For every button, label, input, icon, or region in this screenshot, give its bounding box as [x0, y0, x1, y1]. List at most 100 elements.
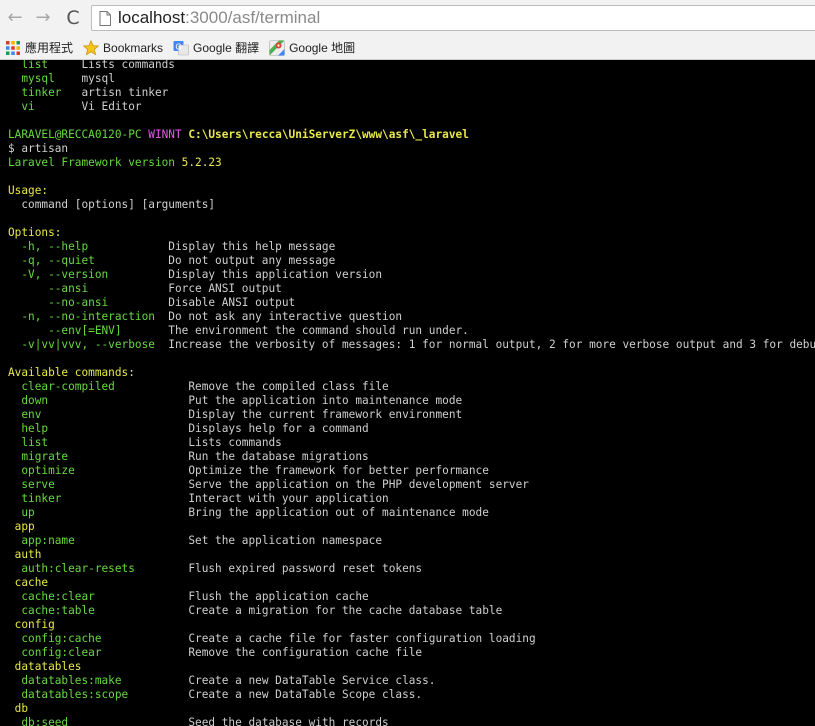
- command-description: Flush the application cache: [188, 590, 369, 603]
- command-row: serve Serve the application on the PHP d…: [8, 478, 529, 492]
- command-description: Seed the database with records: [188, 716, 389, 726]
- option-row: -v|vv|vvv, --verbose Increase the verbos…: [8, 338, 815, 352]
- option-description: Disable ANSI output: [168, 296, 296, 309]
- address-url[interactable]: localhost:3000/asf/terminal: [118, 8, 320, 28]
- address-bar[interactable]: localhost:3000/asf/terminal: [91, 5, 815, 31]
- command-row: cache:clear Flush the application cache: [8, 590, 369, 604]
- terminal-line: tinker artisn tinker: [8, 86, 168, 100]
- command-row: tinker Interact with your application: [8, 492, 389, 506]
- option-flag: -h, --help: [8, 240, 169, 253]
- google-translate-icon: G: [173, 40, 189, 55]
- command-description: Create a cache file for faster configura…: [188, 632, 536, 645]
- bookmarks-bar: 應用程式 Bookmarks G Google 翻譯 Google 地圖: [0, 36, 815, 59]
- page-icon: [99, 10, 111, 26]
- command-row: optimize Optimize the framework for bett…: [8, 464, 489, 478]
- option-flag: -n, --no-interaction: [8, 310, 169, 323]
- command-description: Lists commands: [81, 60, 175, 71]
- command-group: app: [8, 520, 35, 534]
- prompt-user: LARAVEL@RECCA0120-PC: [8, 128, 149, 141]
- option-flag: --no-ansi: [8, 296, 169, 309]
- svg-text:G: G: [175, 42, 181, 51]
- option-description: Display this help message: [168, 240, 336, 253]
- command-group: cache: [8, 576, 48, 590]
- group-name: cache: [8, 576, 49, 589]
- bookmark-bookmarks[interactable]: Bookmarks: [83, 38, 163, 58]
- command-row: cache:table Create a migration for the c…: [8, 604, 502, 618]
- command-description: Run the database migrations: [188, 450, 369, 463]
- usage-line: command [options] [arguments]: [8, 198, 215, 212]
- version-text: Laravel Framework version: [8, 156, 182, 169]
- version-number: 5.2.23: [181, 156, 222, 169]
- bookmark-google-maps[interactable]: Google 地圖: [269, 38, 355, 58]
- command-description: Create a new DataTable Service class.: [188, 674, 436, 687]
- prompt-path: C:\Users\recca\UniServerZ\www\asf\_larav…: [188, 128, 469, 141]
- option-flag: --env[=ENV]: [8, 324, 169, 337]
- prompt-os: WINNT: [148, 128, 189, 141]
- browser-toolbar: ← → C localhost:3000/asf/terminal: [0, 0, 815, 36]
- terminal-output[interactable]: list Lists commands mysql mysql tinker a…: [0, 60, 815, 726]
- command-name: config:clear: [8, 646, 189, 659]
- command-description: Lists commands: [188, 436, 282, 449]
- command-row: help Displays help for a command: [8, 422, 368, 436]
- option-description: Display this application version: [168, 268, 383, 281]
- forward-arrow-icon[interactable]: →: [32, 7, 54, 29]
- command-name: cache:table: [8, 604, 189, 617]
- section-heading: Usage:: [8, 184, 49, 197]
- usage-text: command [options] [arguments]: [8, 198, 216, 211]
- command-row: env Display the current framework enviro…: [8, 408, 462, 422]
- command-description: Interact with your application: [188, 492, 389, 505]
- command-name: vi: [8, 100, 82, 113]
- command-group: auth: [8, 548, 42, 562]
- command-row: down Put the application into maintenanc…: [8, 394, 462, 408]
- command-name: list: [8, 60, 82, 71]
- bookmark-google-translate[interactable]: G Google 翻譯: [173, 38, 259, 58]
- command-name: cache:clear: [8, 590, 189, 603]
- command-description: Set the application namespace: [188, 534, 383, 547]
- command-group: config: [8, 618, 55, 632]
- command-description: Vi Editor: [81, 100, 142, 113]
- command-name: mysql: [8, 72, 82, 85]
- section-heading: Available commands:: [8, 366, 135, 379]
- command-name: migrate: [8, 450, 189, 463]
- command-row: config:clear Remove the configuration ca…: [8, 646, 422, 660]
- bookmark-label: 應用程式: [25, 41, 74, 55]
- google-maps-icon: [269, 39, 285, 56]
- terminal-line: mysql mysql: [8, 72, 115, 86]
- command-row: migrate Run the database migrations: [8, 450, 369, 464]
- back-arrow-icon[interactable]: ←: [4, 7, 26, 29]
- url-path: :3000/asf/terminal: [185, 8, 321, 27]
- command-name: optimize: [8, 464, 189, 477]
- group-name: app: [8, 520, 35, 533]
- option-description: Increase the verbosity of messages: 1 fo…: [168, 338, 815, 351]
- usage-heading: Usage:: [8, 184, 48, 198]
- command-description: Create a new DataTable Scope class.: [188, 688, 423, 701]
- command-name: tinker: [8, 492, 189, 505]
- section-heading: Options:: [8, 226, 62, 239]
- terminal-line: vi Vi Editor: [8, 100, 142, 114]
- option-row: --env[=ENV] The environment the command …: [8, 324, 469, 338]
- command-name: serve: [8, 478, 189, 491]
- command-name: down: [8, 394, 189, 407]
- bookmark-apps[interactable]: 應用程式: [5, 38, 73, 58]
- command-name: datatables:make: [8, 674, 189, 687]
- command-description: Remove the configuration cache file: [188, 646, 423, 659]
- entered-command: $ artisan: [8, 142, 69, 155]
- command-description: Bring the application out of maintenance…: [188, 506, 489, 519]
- command-name: db:seed: [8, 716, 189, 726]
- star-icon: [83, 39, 100, 55]
- apps-grid-icon: [6, 40, 20, 55]
- bookmark-label: Google 翻譯: [193, 41, 260, 55]
- command-row: config:cache Create a cache file for fas…: [8, 632, 536, 646]
- option-row: -h, --help Display this help message: [8, 240, 335, 254]
- command-row: app:name Set the application namespace: [8, 534, 382, 548]
- group-name: db: [8, 702, 29, 715]
- options-heading: Options:: [8, 226, 61, 240]
- command-description: Create a migration for the cache databas…: [188, 604, 503, 617]
- command-row: up Bring the application out of maintena…: [8, 506, 489, 520]
- command-group: datatables: [8, 660, 82, 674]
- option-flag: --ansi: [8, 282, 169, 295]
- version-line: Laravel Framework version 5.2.23: [8, 156, 222, 170]
- option-description: Do not output any message: [168, 254, 336, 267]
- reload-icon[interactable]: C: [62, 7, 84, 29]
- command-row: auth:clear-resets Flush expired password…: [8, 562, 422, 576]
